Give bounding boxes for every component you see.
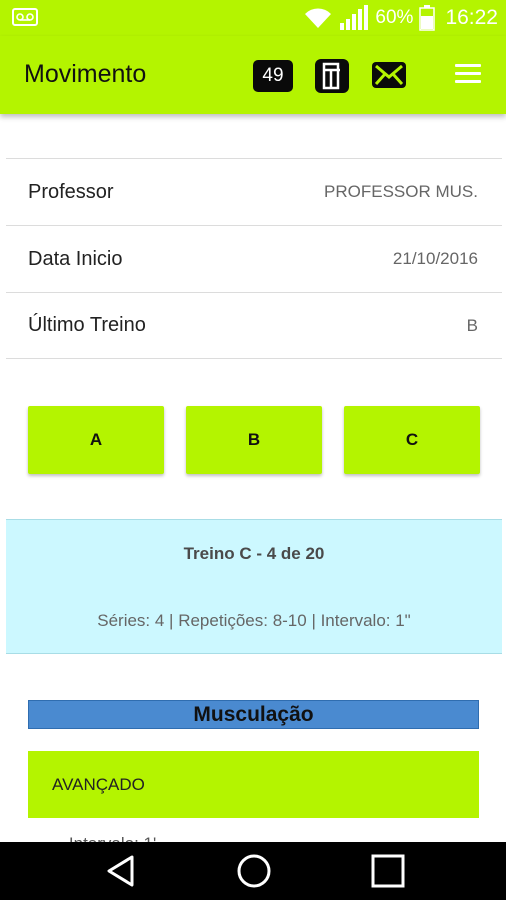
info-row-start-date: Data Inicio 21/10/2016: [6, 225, 502, 292]
workout-b-button[interactable]: B: [186, 406, 322, 474]
status-bar: 60% 16:22: [0, 0, 506, 36]
clock: 16:22: [445, 6, 498, 29]
menu-icon[interactable]: [455, 64, 481, 86]
workout-c-button[interactable]: C: [344, 406, 480, 474]
workout-details: Séries: 4 | Repetições: 8-10 | Intervalo…: [97, 611, 411, 630]
workout-a-button[interactable]: A: [28, 406, 164, 474]
mail-icon[interactable]: [372, 62, 406, 88]
info-row-last-workout: Último Treino B: [6, 292, 502, 359]
info-value: PROFESSOR MUS.: [324, 182, 478, 201]
voicemail-icon: [12, 8, 38, 26]
level-item[interactable]: AVANÇADO: [28, 751, 479, 818]
app-bar: Movimento 49: [0, 36, 506, 114]
document-icon[interactable]: [314, 58, 350, 94]
info-value: B: [466, 315, 478, 335]
info-row-professor: Professor PROFESSOR MUS.: [6, 158, 502, 225]
navigation-bar: [0, 842, 506, 900]
notification-count-badge[interactable]: 49: [253, 60, 293, 92]
info-label: Data Inicio: [28, 247, 123, 270]
recents-icon[interactable]: [366, 842, 410, 900]
info-label: Professor: [28, 180, 114, 203]
info-value: 21/10/2016: [392, 249, 478, 268]
info-label: Último Treino: [28, 314, 146, 336]
signal-icon: [340, 5, 369, 30]
workout-title: Treino C - 4 de 20: [183, 544, 325, 563]
wifi-icon: [305, 8, 332, 28]
home-icon[interactable]: [230, 842, 278, 900]
battery-icon: [419, 5, 436, 31]
workout-summary: Treino C - 4 de 20 Séries: 4 | Repetiçõe…: [6, 519, 502, 654]
battery-percent: 60%: [375, 7, 414, 28]
back-icon[interactable]: [96, 842, 146, 900]
app-title: Movimento: [24, 60, 147, 88]
workout-info-list: Professor PROFESSOR MUS. Data Inicio 21/…: [6, 158, 502, 359]
section-header: Musculação: [28, 700, 479, 729]
